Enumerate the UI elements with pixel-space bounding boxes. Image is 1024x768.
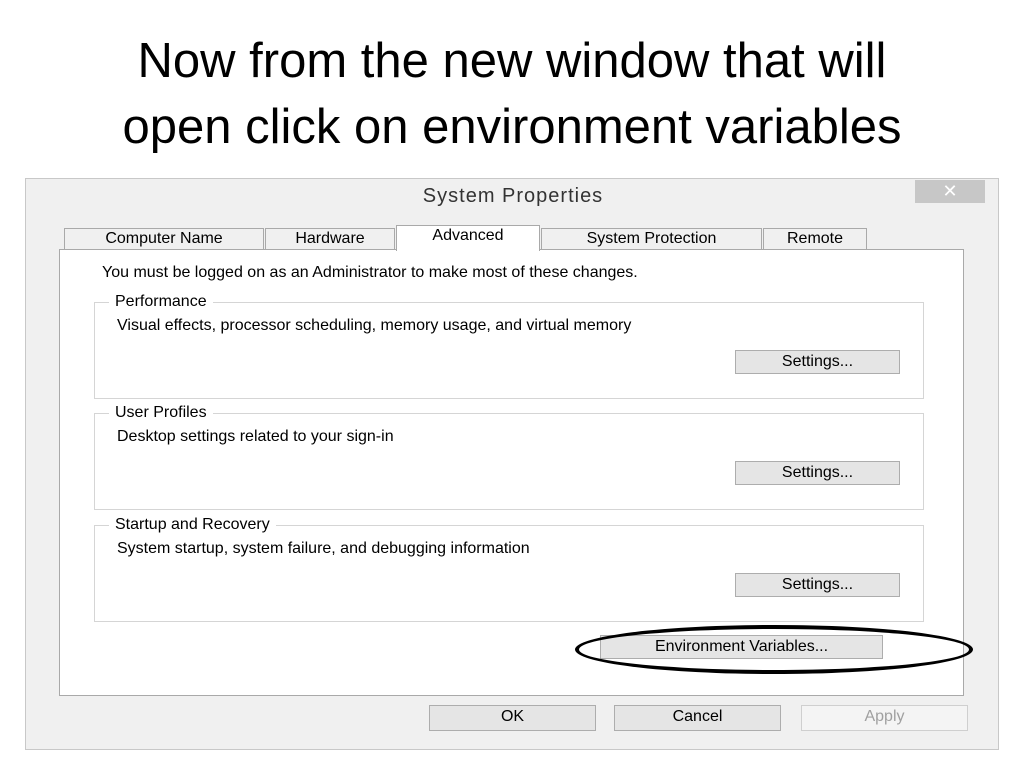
- apply-button[interactable]: Apply: [801, 705, 968, 731]
- tab-advanced[interactable]: Advanced: [396, 225, 540, 251]
- dialog-title: System Properties: [422, 185, 604, 207]
- group-legend: User Profiles: [109, 404, 213, 422]
- advanced-tab-panel: You must be logged on as an Administrato…: [59, 249, 964, 696]
- slide-title-line-2: open click on environment variables: [122, 100, 902, 154]
- group-legend: Startup and Recovery: [109, 516, 276, 534]
- environment-variables-button[interactable]: Environment Variables...: [600, 635, 883, 659]
- close-button[interactable]: ✕: [915, 180, 985, 203]
- tab-remote[interactable]: Remote: [763, 228, 867, 249]
- tab-computer-name[interactable]: Computer Name: [64, 228, 264, 249]
- system-properties-dialog: System Properties ✕ Computer Name Hardwa…: [25, 178, 999, 750]
- group-legend: Performance: [109, 293, 213, 311]
- startup-recovery-settings-button[interactable]: Settings...: [735, 573, 900, 597]
- tab-hardware[interactable]: Hardware: [265, 228, 395, 249]
- close-icon: ✕: [942, 181, 958, 201]
- performance-group: Performance Visual effects, processor sc…: [94, 293, 924, 399]
- cancel-button[interactable]: Cancel: [614, 705, 781, 731]
- slide-title-line-1: Now from the new window that will: [137, 34, 887, 88]
- group-description: Desktop settings related to your sign-in: [117, 428, 394, 445]
- tab-system-protection[interactable]: System Protection: [541, 228, 762, 249]
- admin-note: You must be logged on as an Administrato…: [102, 264, 638, 281]
- ok-button[interactable]: OK: [429, 705, 596, 731]
- performance-settings-button[interactable]: Settings...: [735, 350, 900, 374]
- slide-title: Now from the new window that will open c…: [0, 28, 1024, 160]
- startup-recovery-group: Startup and Recovery System startup, sys…: [94, 516, 924, 622]
- group-description: System startup, system failure, and debu…: [117, 540, 530, 557]
- group-description: Visual effects, processor scheduling, me…: [117, 317, 632, 334]
- user-profiles-settings-button[interactable]: Settings...: [735, 461, 900, 485]
- user-profiles-group: User Profiles Desktop settings related t…: [94, 404, 924, 510]
